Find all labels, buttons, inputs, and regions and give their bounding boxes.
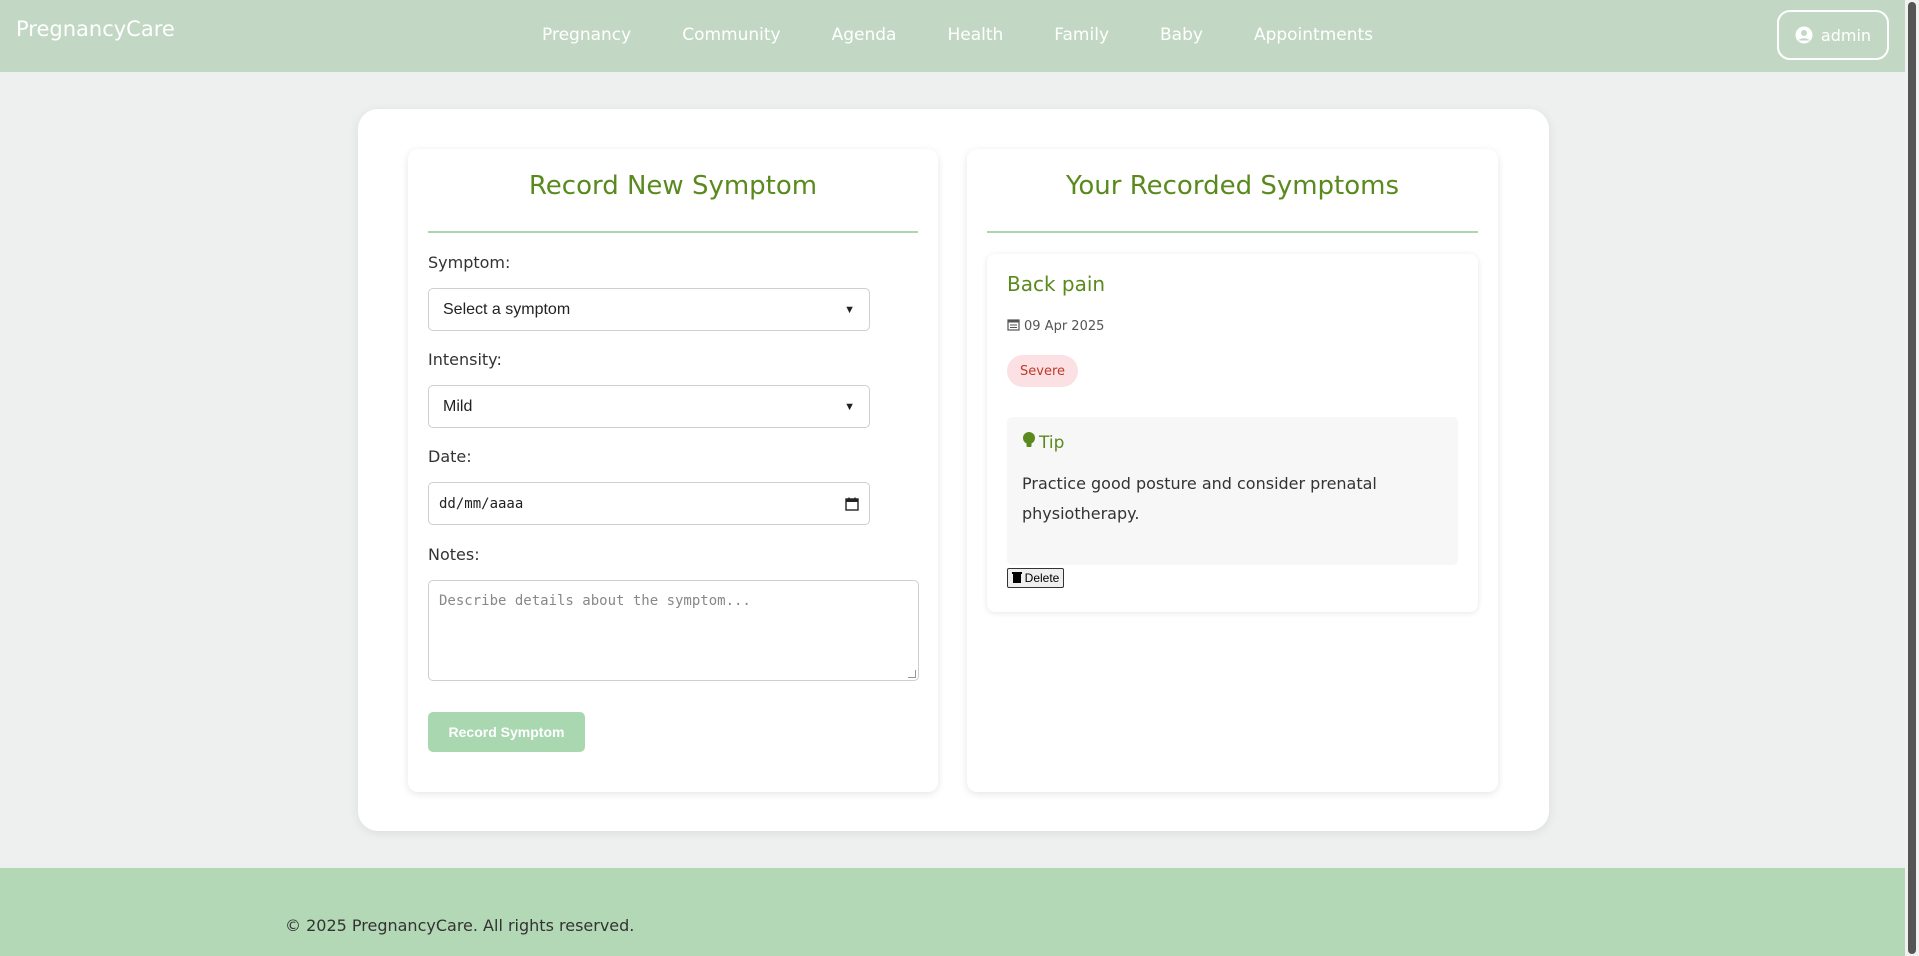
symptom-label: Symptom: xyxy=(428,253,511,272)
symptom-select-value: Select a symptom xyxy=(443,300,571,318)
intensity-badge: Severe xyxy=(1007,355,1078,387)
intensity-select[interactable]: Mild ▼ xyxy=(428,385,870,428)
page-footer: © 2025 PregnancyCare. All rights reserve… xyxy=(0,868,1905,956)
notes-placeholder: Describe details about the symptom... xyxy=(439,593,751,609)
tip-text: Practice good posture and consider prena… xyxy=(1022,474,1377,523)
record-symptom-button[interactable]: Record Symptom xyxy=(428,712,585,752)
nav-item-agenda[interactable]: Agenda xyxy=(832,25,897,45)
nav-item-appointments[interactable]: Appointments xyxy=(1254,25,1373,45)
form-title: Record New Symptom xyxy=(528,171,818,201)
chevron-down-icon: ▼ xyxy=(844,303,855,316)
brand-logo[interactable]: PregnancyCare xyxy=(16,17,175,41)
notes-label: Notes: xyxy=(428,545,480,564)
date-label: Date: xyxy=(428,447,472,466)
calendar-icon xyxy=(1007,318,1020,335)
scrollbar-thumb[interactable] xyxy=(1908,2,1916,954)
recorded-title: Your Recorded Symptoms xyxy=(1065,171,1400,201)
main-nav: Pregnancy Community Agenda Health Family… xyxy=(542,25,1373,45)
nav-item-pregnancy[interactable]: Pregnancy xyxy=(542,25,631,45)
trash-icon xyxy=(1011,571,1022,586)
form-title-divider xyxy=(428,231,918,233)
date-placeholder: dd/mm/aaaa xyxy=(439,495,524,512)
top-navbar: PregnancyCare Pregnancy Community Agenda… xyxy=(0,0,1905,72)
user-name: admin xyxy=(1820,25,1872,45)
symptom-card: Back pain 09 Apr 2025 Severe Tip Practic… xyxy=(987,254,1478,612)
intensity-select-value: Mild xyxy=(443,397,473,415)
intensity-label: Intensity: xyxy=(428,350,502,369)
date-field[interactable]: dd/mm/aaaa xyxy=(428,482,870,525)
symptom-date: 09 Apr 2025 xyxy=(1007,318,1104,335)
recorded-symptoms-panel: Your Recorded Symptoms Back pain 09 Apr … xyxy=(967,149,1498,792)
tip-title: Tip xyxy=(1039,432,1065,453)
symptom-date-text: 09 Apr 2025 xyxy=(1024,319,1105,334)
footer-copyright: © 2025 PregnancyCare. All rights reserve… xyxy=(285,916,635,935)
nav-item-health[interactable]: Health xyxy=(947,25,1003,45)
delete-label: Delete xyxy=(1024,571,1060,585)
main-panel: Record New Symptom Symptom: Select a sym… xyxy=(358,109,1549,831)
nav-item-community[interactable]: Community xyxy=(682,25,780,45)
nav-item-baby[interactable]: Baby xyxy=(1160,25,1203,45)
tip-header: Tip xyxy=(1022,431,1064,454)
resize-handle[interactable] xyxy=(908,670,916,678)
record-symptom-form: Record New Symptom Symptom: Select a sym… xyxy=(408,149,938,792)
user-menu-button[interactable]: admin xyxy=(1777,10,1889,60)
notes-textarea[interactable]: Describe details about the symptom... xyxy=(428,580,919,681)
nav-item-family[interactable]: Family xyxy=(1054,25,1109,45)
tip-box: Tip Practice good posture and consider p… xyxy=(1007,417,1458,565)
user-circle-icon xyxy=(1795,26,1813,44)
symptom-name: Back pain xyxy=(1007,272,1106,296)
lightbulb-icon xyxy=(1022,431,1036,454)
symptom-select[interactable]: Select a symptom ▼ xyxy=(428,288,870,331)
chevron-down-icon: ▼ xyxy=(844,400,855,413)
page-scrollbar[interactable] xyxy=(1905,0,1919,956)
calendar-icon[interactable] xyxy=(845,497,859,511)
delete-symptom-button[interactable]: Delete xyxy=(1007,568,1064,588)
recorded-title-divider xyxy=(987,231,1478,233)
